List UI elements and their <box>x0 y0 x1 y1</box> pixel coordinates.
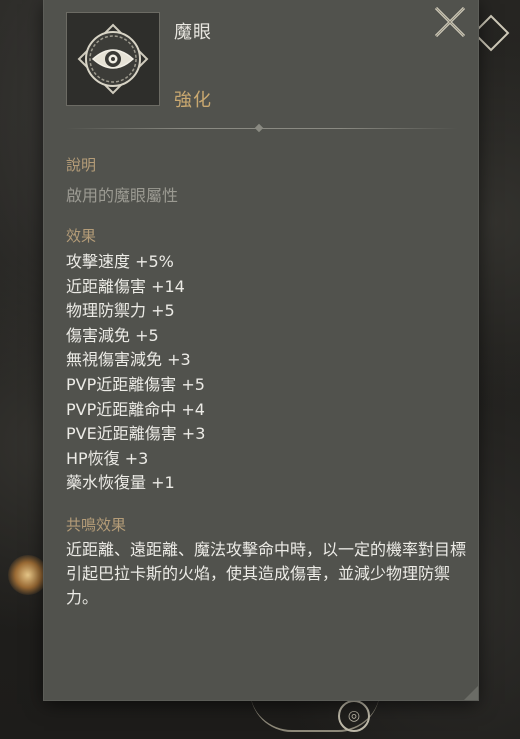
effects-title: 效果 <box>66 227 97 245</box>
effect-item: PVP近距離傷害 +5 <box>66 374 205 394</box>
eye-emblem-icon <box>77 23 149 95</box>
effect-item: 無視傷害減免 +3 <box>66 350 191 370</box>
close-icon <box>434 6 466 38</box>
effect-item: HP恢復 +3 <box>66 448 149 468</box>
effects-list: 攻擊速度 +5% 近距離傷害 +14 物理防禦力 +5 傷害減免 +5 無視傷害… <box>66 250 205 496</box>
effect-item: PVP近距離命中 +4 <box>66 399 205 419</box>
effect-item: 傷害減免 +5 <box>66 325 159 345</box>
effect-item: 攻擊速度 +5% <box>66 252 174 271</box>
description-text: 啟用的魔眼屬性 <box>66 186 179 205</box>
effect-item: PVE近距離傷害 +3 <box>66 424 206 444</box>
effect-item: 藥水恢復量 +1 <box>66 473 175 493</box>
close-button[interactable] <box>430 2 470 42</box>
resonance-title: 共鳴效果 <box>66 516 127 534</box>
divider-ornament <box>254 123 264 133</box>
torch-glow <box>8 555 48 595</box>
item-name: 魔眼 <box>174 22 212 43</box>
description-title: 說明 <box>66 156 97 174</box>
item-tooltip-panel: 魔眼 強化 說明 啟用的魔眼屬性 效果 攻擊速度 +5% 近距離傷害 +14 物… <box>44 0 478 700</box>
item-icon-frame <box>66 12 160 106</box>
item-type: 強化 <box>174 90 212 111</box>
resonance-text: 近距離、遠距離、魔法攻擊命中時，以一定的機率對目標引起巴拉卡斯的火焰，使其造成傷… <box>66 540 467 607</box>
effect-item: 物理防禦力 +5 <box>66 301 175 321</box>
effect-item: 近距離傷害 +14 <box>66 276 185 296</box>
background-ring-icon: ◎ <box>338 700 370 732</box>
